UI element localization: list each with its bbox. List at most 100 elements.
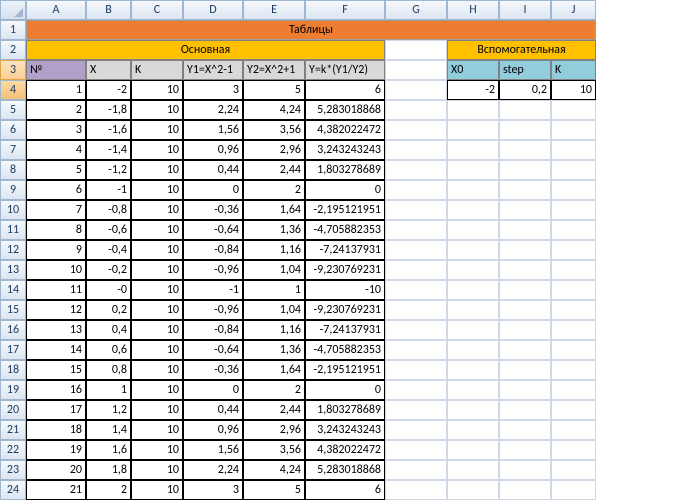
cell-C10[interactable]: 10 — [131, 200, 183, 220]
cell-C20[interactable]: 10 — [131, 400, 183, 420]
cell-I7[interactable] — [499, 140, 551, 160]
cell-G17[interactable] — [385, 340, 447, 360]
cell-F21[interactable]: 3,243243243 — [305, 420, 385, 440]
cell-H15[interactable] — [447, 300, 499, 320]
col-x0[interactable]: X0 — [447, 60, 499, 80]
cell-G4[interactable] — [385, 80, 447, 100]
cell-H13[interactable] — [447, 260, 499, 280]
cell-A18[interactable]: 15 — [26, 360, 86, 380]
cell-J7[interactable] — [551, 140, 596, 160]
cell-A22[interactable]: 19 — [26, 440, 86, 460]
cell-A17[interactable]: 14 — [26, 340, 86, 360]
cell-G24[interactable] — [385, 480, 447, 500]
cell-I9[interactable] — [499, 180, 551, 200]
cell-B8[interactable]: -1,2 — [86, 160, 131, 180]
cell-A24[interactable]: 21 — [26, 480, 86, 500]
cell-B13[interactable]: -0,2 — [86, 260, 131, 280]
cell-G21[interactable] — [385, 420, 447, 440]
row-header-10[interactable]: 10 — [0, 200, 26, 220]
cell-D17[interactable]: -0,64 — [183, 340, 243, 360]
row-header-22[interactable]: 22 — [0, 440, 26, 460]
cell-C24[interactable]: 10 — [131, 480, 183, 500]
cell-G6[interactable] — [385, 120, 447, 140]
cell-B20[interactable]: 1,2 — [86, 400, 131, 420]
cell-F6[interactable]: 4,382022472 — [305, 120, 385, 140]
cell-I5[interactable] — [499, 100, 551, 120]
cell-I23[interactable] — [499, 460, 551, 480]
cell-E15[interactable]: 1,04 — [243, 300, 305, 320]
cell-D20[interactable]: 0,44 — [183, 400, 243, 420]
cell-H11[interactable] — [447, 220, 499, 240]
select-all-corner[interactable] — [0, 0, 26, 20]
row-header-13[interactable]: 13 — [0, 260, 26, 280]
col-y2[interactable]: Y2=X^2+1 — [243, 60, 305, 80]
cell-H7[interactable] — [447, 140, 499, 160]
cell-F17[interactable]: -4,705882353 — [305, 340, 385, 360]
cell-F14[interactable]: -10 — [305, 280, 385, 300]
cell-D14[interactable]: -1 — [183, 280, 243, 300]
row-header-5[interactable]: 5 — [0, 100, 26, 120]
cell-I12[interactable] — [499, 240, 551, 260]
row-header-2[interactable]: 2 — [0, 40, 26, 60]
cell-E14[interactable]: 1 — [243, 280, 305, 300]
cell-I19[interactable] — [499, 380, 551, 400]
row-header-20[interactable]: 20 — [0, 400, 26, 420]
col-header-F[interactable]: F — [305, 0, 385, 20]
cell-F13[interactable]: -9,230769231 — [305, 260, 385, 280]
cell-F5[interactable]: 5,283018868 — [305, 100, 385, 120]
cell-J24[interactable] — [551, 480, 596, 500]
cell-C11[interactable]: 10 — [131, 220, 183, 240]
cell-F11[interactable]: -4,705882353 — [305, 220, 385, 240]
cell-I22[interactable] — [499, 440, 551, 460]
cell-A20[interactable]: 17 — [26, 400, 86, 420]
cell-E20[interactable]: 2,44 — [243, 400, 305, 420]
cell-D9[interactable]: 0 — [183, 180, 243, 200]
cell-A21[interactable]: 18 — [26, 420, 86, 440]
cell-G2[interactable] — [385, 40, 447, 60]
cell-E13[interactable]: 1,04 — [243, 260, 305, 280]
cell-J14[interactable] — [551, 280, 596, 300]
cell-G23[interactable] — [385, 460, 447, 480]
row-header-17[interactable]: 17 — [0, 340, 26, 360]
row-header-7[interactable]: 7 — [0, 140, 26, 160]
col-header-B[interactable]: B — [86, 0, 131, 20]
cell-F8[interactable]: 1,803278689 — [305, 160, 385, 180]
cell-I16[interactable] — [499, 320, 551, 340]
cell-B24[interactable]: 2 — [86, 480, 131, 500]
cell-I18[interactable] — [499, 360, 551, 380]
cell-C22[interactable]: 10 — [131, 440, 183, 460]
cell-H6[interactable] — [447, 120, 499, 140]
cell-J6[interactable] — [551, 120, 596, 140]
cell-G13[interactable] — [385, 260, 447, 280]
cell-C23[interactable]: 10 — [131, 460, 183, 480]
cell-J4[interactable]: 10 — [551, 80, 596, 100]
cell-C7[interactable]: 10 — [131, 140, 183, 160]
cell-H14[interactable] — [447, 280, 499, 300]
col-header-C[interactable]: C — [131, 0, 183, 20]
col-header-D[interactable]: D — [183, 0, 243, 20]
cell-I24[interactable] — [499, 480, 551, 500]
cell-D23[interactable]: 2,24 — [183, 460, 243, 480]
cell-A5[interactable]: 2 — [26, 100, 86, 120]
cell-J13[interactable] — [551, 260, 596, 280]
cell-D15[interactable]: -0,96 — [183, 300, 243, 320]
cell-J8[interactable] — [551, 160, 596, 180]
cell-E5[interactable]: 4,24 — [243, 100, 305, 120]
cell-F20[interactable]: 1,803278689 — [305, 400, 385, 420]
cell-F7[interactable]: 3,243243243 — [305, 140, 385, 160]
cell-F9[interactable]: 0 — [305, 180, 385, 200]
cell-I8[interactable] — [499, 160, 551, 180]
cell-D6[interactable]: 1,56 — [183, 120, 243, 140]
cell-E9[interactable]: 2 — [243, 180, 305, 200]
row-header-12[interactable]: 12 — [0, 240, 26, 260]
cell-F23[interactable]: 5,283018868 — [305, 460, 385, 480]
col-k2[interactable]: K — [551, 60, 596, 80]
cell-I21[interactable] — [499, 420, 551, 440]
cell-E8[interactable]: 2,44 — [243, 160, 305, 180]
row-header-18[interactable]: 18 — [0, 360, 26, 380]
cell-E24[interactable]: 5 — [243, 480, 305, 500]
cell-G11[interactable] — [385, 220, 447, 240]
cell-C5[interactable]: 10 — [131, 100, 183, 120]
cell-E16[interactable]: 1,16 — [243, 320, 305, 340]
cell-G12[interactable] — [385, 240, 447, 260]
